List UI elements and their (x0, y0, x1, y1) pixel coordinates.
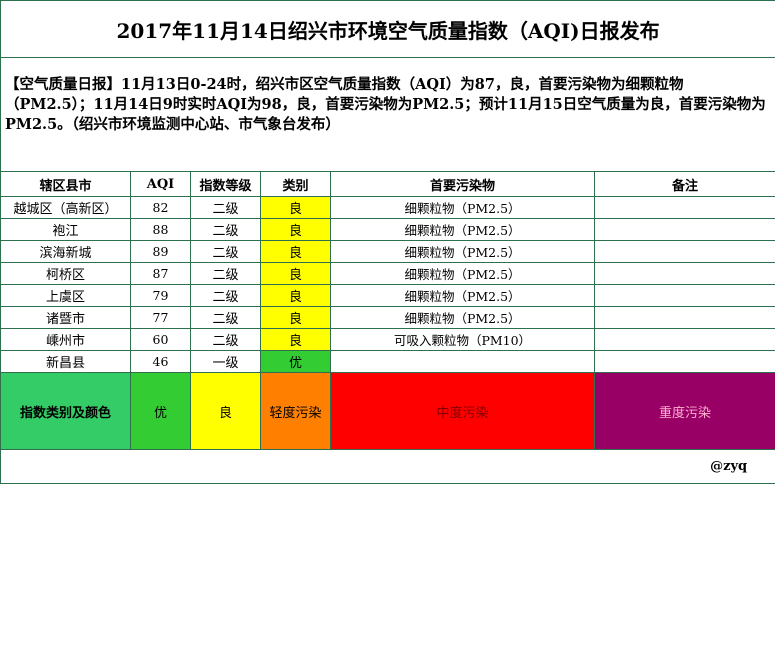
county-cell: 袍江 (0, 218, 131, 241)
table-row: 滨海新城 89 二级良细颗粒物（PM2.5） (0, 240, 775, 263)
category-cell: 良 (260, 306, 331, 329)
category-cell: 良 (260, 240, 331, 263)
legend-swatch: 重度污染 (593, 372, 775, 450)
aqi-report-table: 2017年11月14日绍兴市环境空气质量指数（AQI)日报发布 【空气质量日报】… (0, 0, 775, 484)
county-cell: 上虞区 (0, 284, 131, 307)
legend-swatch: 中度污染 (330, 372, 595, 450)
table-row: 袍江 88 二级良细颗粒物（PM2.5） (0, 218, 775, 241)
remark-cell (593, 262, 775, 285)
county-cell: 越城区（高新区） (0, 196, 131, 219)
report-title: 2017年11月14日绍兴市环境空气质量指数（AQI)日报发布 (0, 0, 775, 58)
category-cell: 优 (260, 350, 331, 373)
remark-cell (593, 284, 775, 307)
pollutant-cell: 可吸入颗粒物（PM10） (330, 328, 595, 351)
pollutant-cell: 细颗粒物（PM2.5） (330, 196, 595, 219)
aqi-value-cell: 87 (130, 262, 191, 285)
category-cell: 良 (260, 262, 331, 285)
pollutant-cell: 细颗粒物（PM2.5） (330, 240, 595, 263)
county-cell: 新昌县 (0, 350, 131, 373)
grade-cell: 二级 (190, 196, 261, 219)
category-cell: 良 (260, 284, 331, 307)
legend-swatch: 优 (130, 372, 191, 450)
header-county: 辖区县市 (0, 171, 131, 197)
header-remark: 备注 (593, 171, 775, 197)
county-cell: 柯桥区 (0, 262, 131, 285)
aqi-value-cell: 82 (130, 196, 191, 219)
table-header-row: 辖区县市 AQI 指数等级 类别 首要污染物 备注 (0, 171, 775, 197)
header-category: 类别 (260, 171, 331, 197)
remark-cell (593, 196, 775, 219)
county-cell: 嵊州市 (0, 328, 131, 351)
category-cell: 良 (260, 328, 331, 351)
remark-cell (593, 350, 775, 373)
table-row: 嵊州市 60 二级良可吸入颗粒物（PM10） (0, 328, 775, 351)
header-grade: 指数等级 (190, 171, 261, 197)
pollutant-cell (330, 350, 595, 373)
legend-swatch: 良 (190, 372, 261, 450)
aqi-value-cell: 79 (130, 284, 191, 307)
author-signature: @zyq (0, 449, 775, 484)
aqi-report-sheet: 2017年11月14日绍兴市环境空气质量指数（AQI)日报发布 【空气质量日报】… (0, 0, 775, 484)
legend-label: 指数类别及颜色 (0, 372, 131, 450)
pollutant-cell: 细颗粒物（PM2.5） (330, 284, 595, 307)
category-cell: 良 (260, 196, 331, 219)
grade-cell: 二级 (190, 262, 261, 285)
header-pollutant: 首要污染物 (330, 171, 595, 197)
table-row: 柯桥区 87 二级良细颗粒物（PM2.5） (0, 262, 775, 285)
county-cell: 滨海新城 (0, 240, 131, 263)
header-aqi: AQI (130, 171, 191, 197)
grade-cell: 二级 (190, 306, 261, 329)
table-row: 新昌县 46 一级优 (0, 350, 775, 373)
legend-row: 指数类别及颜色 优良轻度污染中度污染重度污染严重污染 (0, 372, 775, 450)
aqi-value-cell: 89 (130, 240, 191, 263)
category-cell: 良 (260, 218, 331, 241)
table-row: 诸暨市 77 二级良细颗粒物（PM2.5） (0, 306, 775, 329)
legend-swatch: 轻度污染 (260, 372, 331, 450)
table-row: 上虞区 79 二级良细颗粒物（PM2.5） (0, 284, 775, 307)
aqi-value-cell: 46 (130, 350, 191, 373)
pollutant-cell: 细颗粒物（PM2.5） (330, 218, 595, 241)
pollutant-cell: 细颗粒物（PM2.5） (330, 306, 595, 329)
remark-cell (593, 240, 775, 263)
daily-report-notice: 【空气质量日报】11月13日0-24时，绍兴市区空气质量指数（AQI）为87，良… (0, 57, 775, 172)
county-cell: 诸暨市 (0, 306, 131, 329)
remark-cell (593, 218, 775, 241)
aqi-value-cell: 77 (130, 306, 191, 329)
grade-cell: 一级 (190, 350, 261, 373)
aqi-value-cell: 60 (130, 328, 191, 351)
grade-cell: 二级 (190, 284, 261, 307)
remark-cell (593, 328, 775, 351)
table-row: 越城区（高新区） 82 二级良细颗粒物（PM2.5） (0, 196, 775, 219)
grade-cell: 二级 (190, 218, 261, 241)
grade-cell: 二级 (190, 240, 261, 263)
aqi-value-cell: 88 (130, 218, 191, 241)
aqi-data-rows: 越城区（高新区） 82 二级良细颗粒物（PM2.5） 袍江 88 二级良细颗粒物（PM2.… (0, 196, 775, 373)
grade-cell: 二级 (190, 328, 261, 351)
remark-cell (593, 306, 775, 329)
pollutant-cell: 细颗粒物（PM2.5） (330, 262, 595, 285)
